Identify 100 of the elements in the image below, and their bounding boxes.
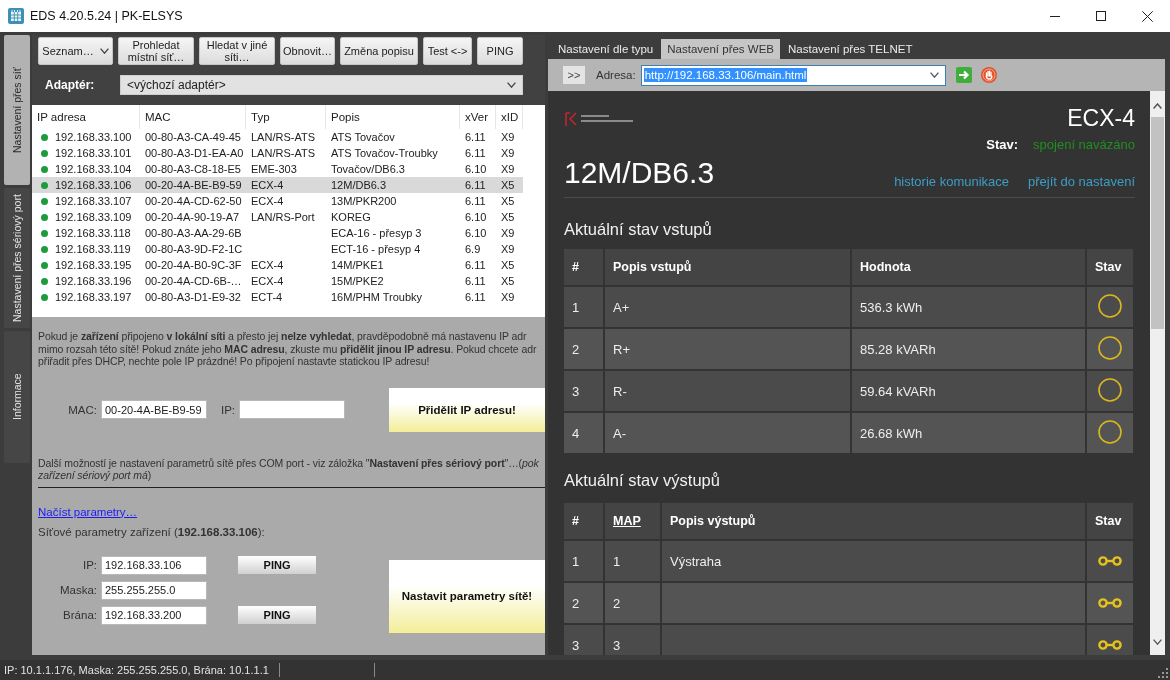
table-row[interactable]: 192.168.33.106 00-20-4A-BE-B9-59 ECX-4 12M/DB6.3 6.11 X5 bbox=[32, 177, 523, 193]
adapter-select[interactable]: <výchozí adaptér> bbox=[120, 75, 523, 95]
ip-address: 192.168.33.196 bbox=[55, 275, 132, 287]
table-cell-text: 6.11 bbox=[464, 275, 487, 287]
table-cell-text: X5 bbox=[500, 259, 516, 271]
table-row[interactable]: 192.168.33.119 00-80-A3-9D-F2-1C ECT-16 - přesyp 4 6.9 X9 bbox=[32, 241, 523, 257]
table-cell-text: X9 bbox=[500, 227, 516, 239]
table-cell-text: 00-20-4A-CD-6B-… bbox=[144, 275, 243, 287]
web-link[interactable]: historie komunikace bbox=[894, 174, 1010, 189]
ip-address: 192.168.33.101 bbox=[55, 147, 132, 159]
tab[interactable]: Nastavení přes TELNET bbox=[782, 39, 919, 59]
side-tab[interactable]: Nastavení přes sériový port bbox=[4, 188, 30, 328]
table-row[interactable]: 192.168.33.109 00-20-4A-90-19-A7 LAN/RS-Port KOREG 6.10 X5 bbox=[32, 209, 523, 225]
scroll-up-icon[interactable] bbox=[1153, 103, 1162, 109]
ping-button[interactable]: PING bbox=[238, 606, 316, 624]
table-cell: 26.68 kWh bbox=[852, 413, 1085, 453]
dropdown-button[interactable]: Seznam… bbox=[38, 37, 113, 65]
mac-field[interactable]: 00-20-4A-BE-B9-59 bbox=[101, 400, 207, 419]
tab[interactable]: Nastavení dle typu bbox=[552, 39, 660, 59]
table-cell-text: 12M/DB6.3 bbox=[330, 179, 388, 191]
scrollbar[interactable] bbox=[1150, 91, 1165, 655]
resize-grip-icon[interactable] bbox=[1158, 668, 1168, 678]
column-header: # bbox=[564, 503, 603, 539]
side-tab[interactable]: Informace bbox=[4, 331, 30, 463]
table-cell: 85.28 kVARh bbox=[852, 329, 1085, 369]
ip-address: 192.168.33.195 bbox=[55, 259, 132, 271]
ip-address: 192.168.33.107 bbox=[55, 195, 132, 207]
table-cell-text: X5 bbox=[500, 179, 516, 191]
field-label: IP: bbox=[221, 403, 236, 416]
column-header[interactable]: xVer bbox=[460, 105, 496, 129]
column-header[interactable]: MAC bbox=[140, 105, 246, 129]
table-row[interactable]: 192.168.33.196 00-20-4A-CD-6B-… ECX-4 15M/PKE2 6.11 X5 bbox=[32, 273, 523, 289]
table-row[interactable]: 192.168.33.197 00-80-A3-D1-E9-32 ECT-4 16M/PHM Troubky 6.11 X9 bbox=[32, 289, 523, 305]
expand-button[interactable]: >> bbox=[563, 66, 585, 84]
column-header[interactable]: xID bbox=[496, 105, 523, 129]
scrollbar-thumb[interactable] bbox=[1151, 117, 1164, 329]
device-type: ECX-4 bbox=[1067, 105, 1135, 132]
table-row[interactable]: 192.168.33.107 00-20-4A-CD-62-50 ECX-4 13M/PKR200 6.11 X5 bbox=[32, 193, 523, 209]
com-port-note: Další možností je nastavení parametrů sítě přes COM port - viz záložka "Nastavení přes sériový port"…(pok zařízení sériový port má) bbox=[38, 456, 540, 482]
toolbar-button[interactable]: Obnovit… bbox=[280, 37, 335, 65]
scroll-down-icon[interactable] bbox=[1153, 639, 1162, 645]
table-cell-text: 6.10 bbox=[464, 211, 488, 223]
table-cell-text: LAN/RS-ATS bbox=[250, 131, 316, 143]
section-title: Aktuální stav výstupů bbox=[564, 470, 720, 491]
toolbar-button[interactable]: Změna popisu bbox=[340, 37, 418, 65]
table-cell-text: 6.11 bbox=[464, 195, 487, 207]
table-cell-text: 00-80-A3-9D-F2-1C bbox=[144, 243, 244, 255]
table-cell-text: ECT-16 - přesyp 4 bbox=[330, 243, 422, 255]
table-cell: 2 bbox=[564, 329, 603, 369]
info-paragraph: Pokud je zařízení připojeno v lokální síti a přesto jej nelze vyhledat, pravděpodobně má nastavenu IP adr mimo rozsah této sítě! Pokud znáte jeho MAC adresu, zkuste mu přidělit jinou IP adresu. Pokud chcete adr přiřadit přes DHCP, nechte pole IP prázdné! Po připojení nastavte statickou IP adresu! bbox=[38, 330, 538, 368]
table-row[interactable]: 192.168.33.101 00-80-A3-D1-EA-A0 LAN/RS-ATS ATS Tovačov-Troubky 6.11 X9 bbox=[32, 145, 523, 161]
toolbar-button[interactable]: Hledat v jiné síti… bbox=[199, 37, 275, 65]
device-name: 12M/DB6.3 bbox=[564, 156, 715, 190]
sort-link[interactable]: MAP bbox=[613, 514, 641, 528]
set-parameters-button[interactable]: Nastavit parametry sítě! bbox=[389, 559, 545, 633]
table-cell-text: ECX-4 bbox=[250, 179, 285, 191]
toolbar-button[interactable]: PING bbox=[477, 37, 523, 65]
table-cell: 1 bbox=[564, 287, 603, 327]
table-cell-text: ECX-4 bbox=[250, 259, 285, 271]
table-cell-text: LAN/RS-ATS bbox=[250, 147, 316, 159]
column-header: Stav bbox=[1087, 249, 1133, 285]
table-row[interactable]: 192.168.33.118 00-80-A3-AA-29-6B ECA-16 - přesyp 3 6.10 X9 bbox=[32, 225, 523, 241]
ip-field[interactable] bbox=[239, 400, 346, 419]
go-button[interactable] bbox=[955, 67, 972, 83]
table-cell: 536.3 kWh bbox=[852, 287, 1085, 327]
window-title: EDS 4.20.5.24 | PK-ELSYS bbox=[30, 9, 183, 23]
stop-button[interactable] bbox=[980, 67, 997, 83]
table-cell-text: 00-20-4A-CD-62-50 bbox=[144, 195, 243, 207]
table-cell-text: X5 bbox=[500, 195, 516, 207]
input-field[interactable]: 192.168.33.200 bbox=[101, 605, 207, 625]
ping-button[interactable]: PING bbox=[238, 556, 316, 574]
side-tab[interactable]: Nastavení přes síť bbox=[4, 35, 30, 185]
input-field[interactable]: 192.168.33.106 bbox=[101, 555, 207, 575]
params-heading: Síťové parametry zařízení (192.168.33.106): bbox=[38, 525, 265, 538]
assign-ip-button[interactable]: Přidělit IP adresu! bbox=[389, 387, 545, 432]
toolbar-button[interactable]: Prohledat místní síť… bbox=[118, 37, 194, 65]
table-cell-text: ATS Tovačov bbox=[330, 131, 396, 143]
field-label: IP: bbox=[81, 559, 97, 571]
tab[interactable]: Nastavení přes WEB bbox=[661, 39, 780, 59]
web-link[interactable]: přejít do nastavení bbox=[1028, 174, 1135, 189]
input-field[interactable]: 255.255.255.0 bbox=[101, 580, 207, 600]
table-cell-text: ECX-4 bbox=[250, 195, 285, 207]
caret-icon bbox=[99, 48, 109, 54]
column-header[interactable]: Popis bbox=[326, 105, 460, 129]
table-cell-text: 00-80-A3-D1-EA-A0 bbox=[144, 147, 245, 159]
column-header: Popis výstupů bbox=[662, 503, 1085, 539]
table-row[interactable]: 192.168.33.100 00-80-A3-CA-49-45 LAN/RS-ATS ATS Tovačov 6.11 X9 bbox=[32, 129, 523, 145]
table-cell-text: 00-20-4A-90-19-A7 bbox=[144, 211, 241, 223]
table-cell-text: X9 bbox=[500, 291, 516, 303]
caret-icon bbox=[929, 72, 939, 78]
adapter-label: Adaptér: bbox=[44, 78, 96, 92]
table-cell-text: 15M/PKE2 bbox=[330, 275, 385, 287]
table-row[interactable]: 192.168.33.104 00-80-A3-C8-18-E5 EME-303 Tovačov/DB6.3 6.10 X9 bbox=[32, 161, 523, 177]
ip-address: 192.168.33.100 bbox=[55, 131, 132, 143]
toolbar-button[interactable]: Test <-> bbox=[423, 37, 472, 65]
table-cell-text: ECT-4 bbox=[250, 291, 284, 303]
column-header[interactable]: IP adresa bbox=[32, 105, 140, 129]
table-row[interactable]: 192.168.33.195 00-20-4A-B0-9C-3F ECX-4 14M/PKE1 6.11 X5 bbox=[32, 257, 523, 273]
table-cell-text: 6.11 bbox=[464, 147, 487, 159]
column-header[interactable]: Typ bbox=[246, 105, 326, 129]
